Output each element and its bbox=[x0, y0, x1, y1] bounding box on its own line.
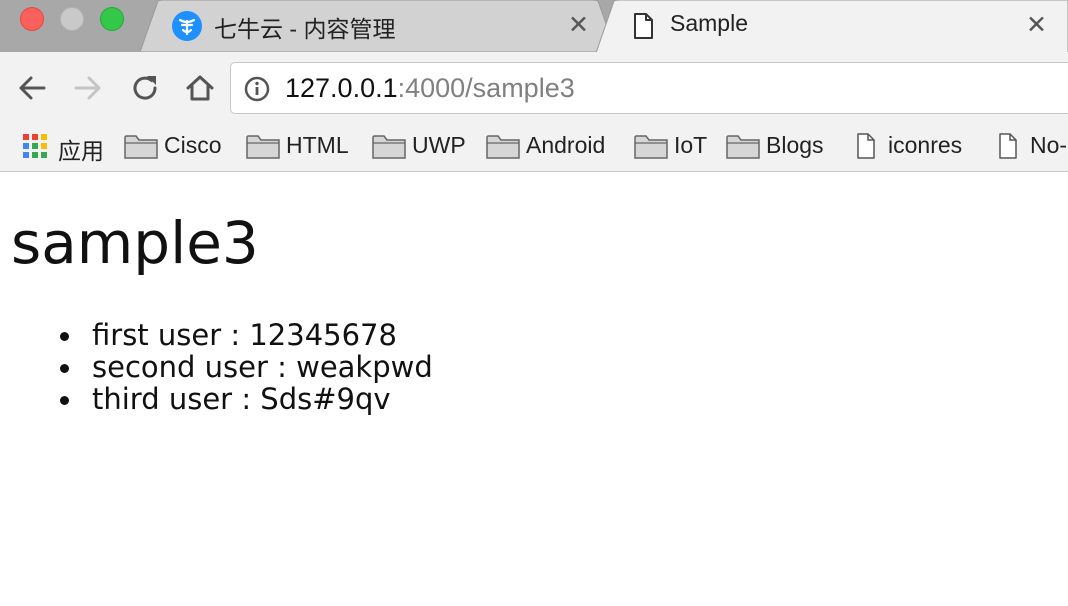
folder-icon bbox=[124, 135, 158, 159]
tab-strip: 七牛云 - 内容管理 ✕ Sample ✕ bbox=[0, 0, 1068, 52]
page-icon bbox=[857, 133, 875, 159]
bullet bbox=[60, 364, 69, 373]
list-item: third user : Sds#9qv bbox=[58, 383, 433, 415]
home-icon[interactable] bbox=[184, 72, 216, 104]
qiniu-cloud-icon bbox=[172, 11, 202, 41]
list-item-text: second user : weakpwd bbox=[92, 350, 433, 384]
tab-qiniu[interactable]: 七牛云 - 内容管理 ✕ bbox=[140, 0, 616, 52]
address-bar[interactable]: 127.0.0.1:4000/sample3 bbox=[230, 62, 1068, 114]
folder-icon bbox=[726, 135, 760, 159]
folder-icon bbox=[634, 135, 668, 159]
tab-title: 七牛云 - 内容管理 bbox=[214, 16, 396, 42]
site-info-icon[interactable] bbox=[243, 75, 271, 103]
navigation-toolbar: 127.0.0.1:4000/sample3 bbox=[0, 52, 1068, 122]
window-close-button[interactable] bbox=[20, 7, 44, 31]
tab-title: Sample bbox=[670, 10, 748, 36]
bookmark-label: No- bbox=[1030, 132, 1068, 158]
bookmark-label: 应用 bbox=[58, 138, 104, 164]
url-text[interactable]: 127.0.0.1:4000/sample3 bbox=[285, 73, 575, 104]
list-item-text: first user : 12345678 bbox=[92, 318, 397, 352]
document-icon bbox=[634, 13, 653, 39]
window-minimize-button[interactable] bbox=[60, 7, 84, 31]
bookmark-label: Android bbox=[526, 132, 606, 158]
forward-arrow-icon[interactable] bbox=[72, 72, 104, 104]
list-item-text: third user : Sds#9qv bbox=[92, 382, 391, 416]
bookmark-label: UWP bbox=[412, 132, 466, 158]
reload-icon[interactable] bbox=[129, 72, 161, 104]
list-item: second user : weakpwd bbox=[58, 351, 433, 383]
list-item: first user : 12345678 bbox=[58, 319, 433, 351]
bullet bbox=[60, 332, 69, 341]
apps-grid-icon bbox=[23, 134, 47, 158]
page-icon bbox=[999, 133, 1017, 159]
bookmark-label: Cisco bbox=[164, 132, 222, 158]
page-heading: sample3 bbox=[11, 209, 259, 277]
tab-background bbox=[596, 0, 1068, 52]
bookmarks-bar: 应用 Cisco HTML UWP Android IoT Blogs icon… bbox=[0, 122, 1068, 172]
tab-sample[interactable]: Sample ✕ bbox=[596, 0, 1068, 52]
bookmark-label: HTML bbox=[286, 132, 349, 158]
folder-icon bbox=[372, 135, 406, 159]
url-path: :4000/sample3 bbox=[397, 73, 575, 103]
bookmark-label: IoT bbox=[674, 132, 708, 158]
close-tab-icon[interactable]: ✕ bbox=[1026, 12, 1047, 38]
back-arrow-icon[interactable] bbox=[16, 72, 48, 104]
bookmark-label: Blogs bbox=[766, 132, 824, 158]
bullet bbox=[60, 396, 69, 405]
folder-icon bbox=[246, 135, 280, 159]
url-host: 127.0.0.1 bbox=[285, 73, 398, 103]
bookmark-label: iconres bbox=[888, 132, 963, 158]
close-tab-icon[interactable]: ✕ bbox=[568, 12, 589, 38]
user-list: first user : 12345678 second user : weak… bbox=[58, 319, 433, 415]
page-content: sample3 first user : 12345678 second use… bbox=[0, 173, 1068, 606]
folder-icon bbox=[486, 135, 520, 159]
window-maximize-button[interactable] bbox=[100, 7, 124, 31]
